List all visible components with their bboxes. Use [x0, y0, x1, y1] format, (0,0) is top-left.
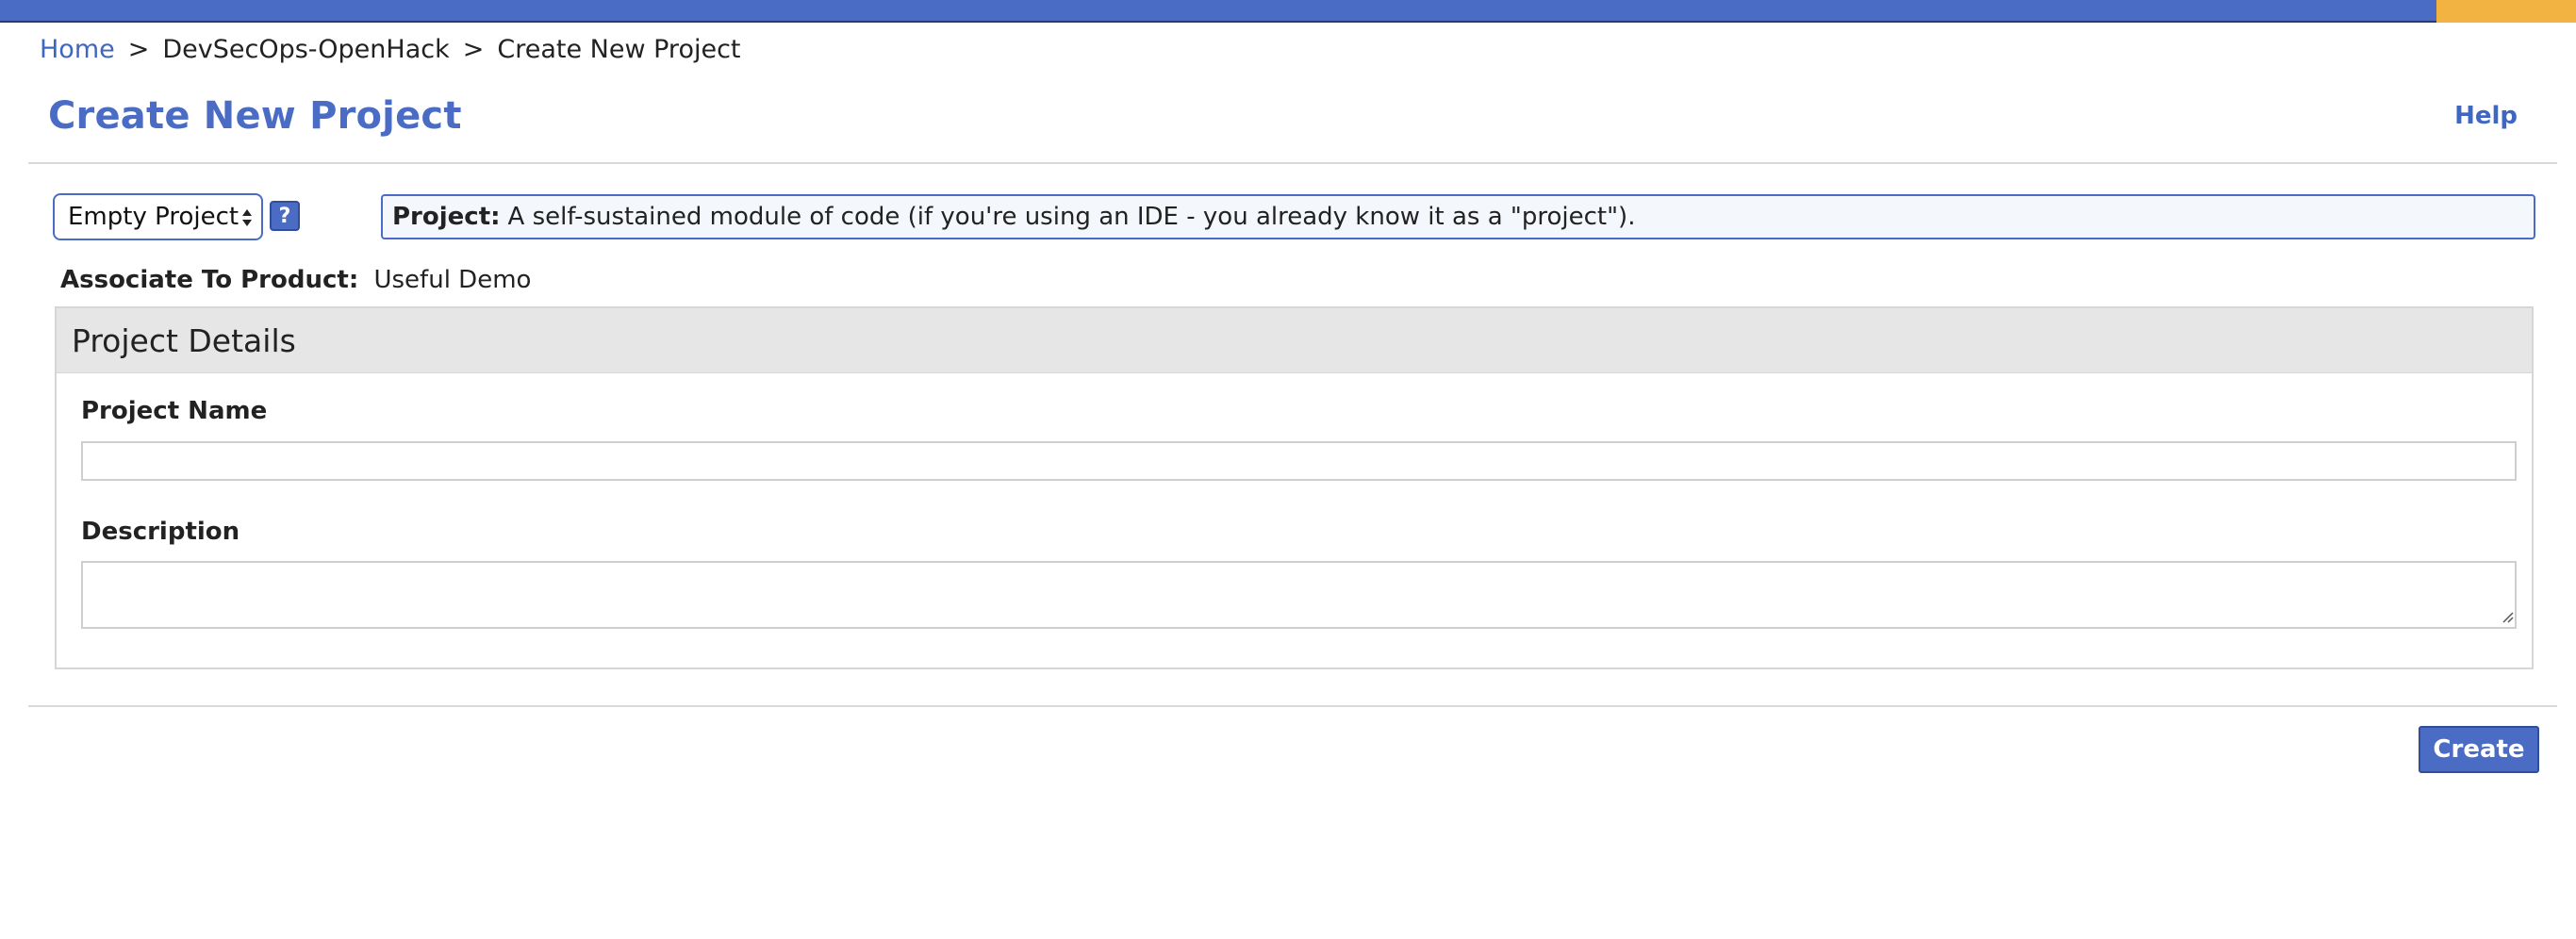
project-name-input[interactable] [81, 441, 2517, 481]
project-name-label: Project Name [81, 397, 268, 425]
description-textarea[interactable] [81, 561, 2517, 629]
description-label: Description [81, 518, 240, 546]
breadcrumb-home-link[interactable]: Home [40, 35, 115, 64]
project-details-header: Project Details [57, 308, 2532, 373]
associate-product: Associate To Product: Useful Demo [60, 266, 531, 294]
associate-product-label: Associate To Product: [60, 266, 359, 294]
breadcrumb: Home > DevSecOps-OpenHack > Create New P… [40, 32, 741, 66]
header-divider [28, 162, 2557, 164]
top-banner [0, 0, 2576, 23]
breadcrumb-current-page: Create New Project [497, 34, 741, 64]
breadcrumb-organization: DevSecOps-OpenHack [162, 34, 450, 64]
template-description-text: A self-sustained module of code (if you'… [507, 203, 1636, 231]
template-description-label: Project: [392, 203, 501, 231]
resize-grip-icon[interactable] [2501, 610, 2514, 623]
breadcrumb-separator: > [462, 34, 485, 64]
select-arrows-icon [242, 209, 252, 226]
question-help-icon[interactable]: ? [270, 201, 300, 231]
project-details-panel: Project Details Project Name Description [55, 306, 2534, 669]
create-button[interactable]: Create [2419, 726, 2539, 773]
project-template-select[interactable]: Empty Project [53, 193, 263, 240]
project-template-selected-value: Empty Project [68, 203, 239, 231]
breadcrumb-separator: > [127, 34, 150, 64]
footer-divider [28, 705, 2557, 707]
associate-product-value: Useful Demo [373, 266, 532, 294]
page-title: Create New Project [48, 94, 462, 138]
top-banner-accent [2436, 0, 2576, 23]
template-description-box: Project: A self-sustained module of code… [381, 194, 2535, 239]
help-link[interactable]: Help [2454, 102, 2518, 130]
